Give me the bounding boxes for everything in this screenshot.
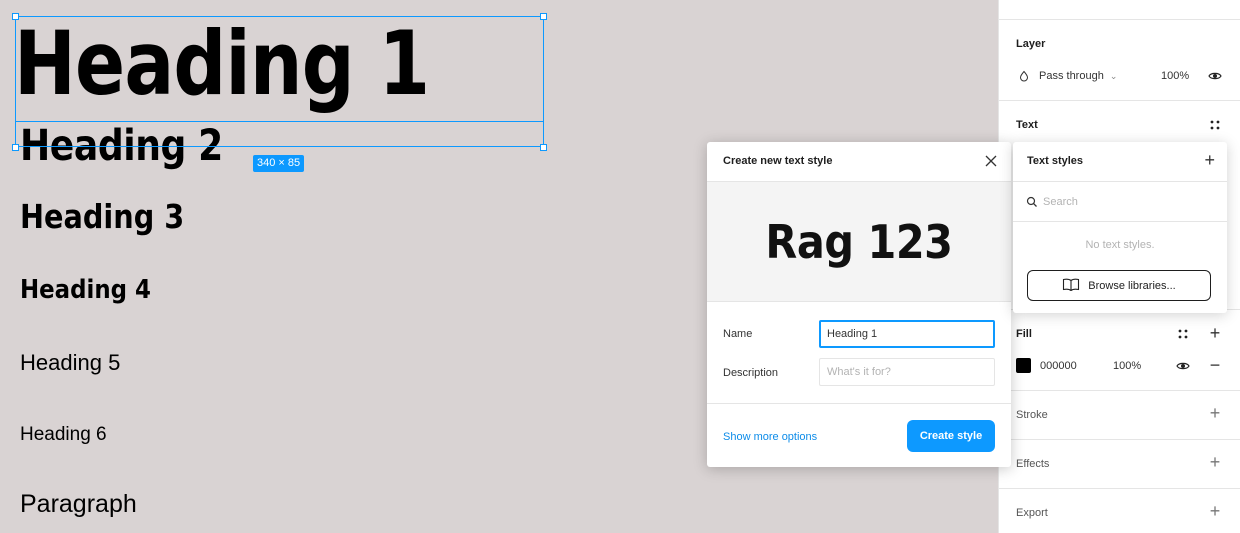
stroke-title: Stroke [1016,409,1048,421]
export-section: Export + [999,489,1240,533]
style-grid-icon[interactable] [1207,117,1223,133]
dialog-footer: Show more options Create style [707,403,1011,467]
fill-title: Fill [1016,328,1032,340]
fill-style-grid-icon[interactable] [1175,326,1191,342]
text-title: Text [1016,119,1038,131]
create-style-button[interactable]: Create style [907,420,995,452]
export-title: Export [1016,507,1048,519]
blend-mode-icon [1016,68,1032,84]
heading-4-text[interactable]: Heading 4 [20,277,151,303]
add-stroke-plus-icon[interactable]: + [1207,404,1223,422]
preview-text: Rag 123 [765,214,953,269]
heading-1-text[interactable]: Heading 1 [14,20,430,108]
dialog-header: Create new text style [707,142,1011,182]
effects-section: Effects + [999,440,1240,489]
selection-baseline [15,121,544,122]
effects-title: Effects [1016,458,1050,470]
remove-fill-minus-icon[interactable]: − [1207,356,1223,374]
empty-styles-text: No text styles. [1085,239,1155,251]
chevron-down-icon: ⌄ [1109,71,1118,81]
popover-header: Text styles + [1013,142,1227,182]
close-icon[interactable] [983,153,999,169]
fill-opacity[interactable]: 100% [1113,360,1141,372]
fill-hex[interactable]: 000000 [1040,360,1077,372]
heading-5-text[interactable]: Heading 5 [20,352,120,374]
fill-color-swatch[interactable] [1016,358,1031,373]
popover-title: Text styles [1027,155,1084,167]
show-more-options-link[interactable]: Show more options [723,431,817,443]
style-preview: Rag 123 [707,182,1011,302]
layer-section: Layer Pass through ⌄ 100% [999,20,1240,101]
blend-mode-select[interactable]: Pass through ⌄ [1039,70,1117,82]
add-fill-plus-icon[interactable]: + [1207,324,1223,342]
heading-3-text[interactable]: Heading 3 [20,200,184,233]
add-style-plus-icon[interactable]: + [1204,151,1215,169]
description-label: Description [723,367,779,379]
resize-handle-top-left[interactable] [12,13,19,20]
layer-opacity[interactable]: 100% [1161,70,1189,82]
styles-search-bar [1013,182,1227,222]
name-label: Name [723,328,753,340]
heading-6-text[interactable]: Heading 6 [20,425,107,444]
browse-libraries-label: Browse libraries... [1088,279,1176,292]
add-effect-plus-icon[interactable]: + [1207,453,1223,471]
create-text-style-dialog: Create new text style Rag 123 Name Descr… [707,142,1011,467]
dialog-title: Create new text style [723,155,833,167]
search-icon [1026,195,1040,209]
styles-search-input[interactable] [1043,193,1213,211]
paragraph-text[interactable]: Paragraph [20,492,137,517]
layer-title: Layer [1016,38,1046,50]
style-name-input[interactable] [819,320,995,348]
heading-2-text[interactable]: Heading 2 [20,125,223,168]
resize-handle-bottom-left[interactable] [12,144,19,151]
panel-top-strip [999,0,1240,20]
resize-handle-top-right[interactable] [540,13,547,20]
add-export-plus-icon[interactable]: + [1207,502,1223,520]
blend-mode-value: Pass through [1039,70,1104,82]
book-icon [1062,278,1080,294]
fill-eye-icon[interactable] [1175,358,1191,374]
eye-icon[interactable] [1207,68,1223,84]
dimension-badge: 340 × 85 [253,155,305,172]
style-description-input[interactable] [819,358,995,386]
resize-handle-bottom-right[interactable] [540,144,547,151]
browse-libraries-button[interactable]: Browse libraries... [1027,270,1211,301]
text-styles-popover: Text styles + No text styles. Browse lib… [1013,142,1227,313]
fill-section: Fill + 000000 100% − [999,310,1240,391]
stroke-section: Stroke + [999,391,1240,440]
